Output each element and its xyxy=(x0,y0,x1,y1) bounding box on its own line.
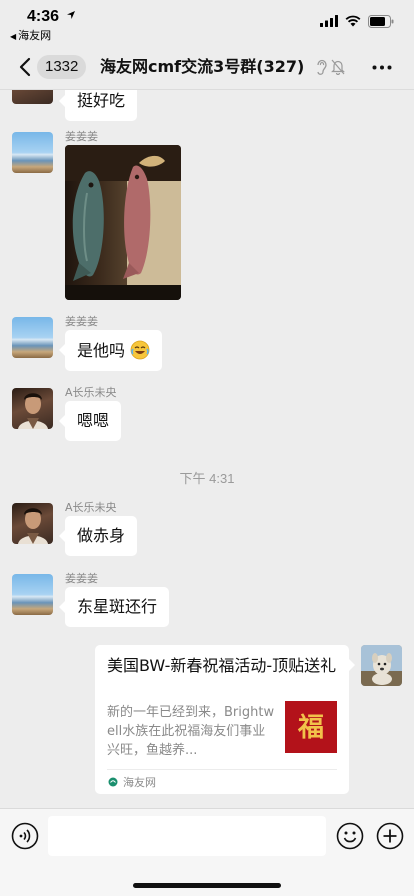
more-icon[interactable] xyxy=(372,65,392,70)
message-image[interactable] xyxy=(65,145,181,300)
battery-icon xyxy=(368,14,394,28)
message-text: 做赤身 xyxy=(77,526,126,545)
message-text: 东星斑还行 xyxy=(77,597,158,616)
avatar[interactable] xyxy=(12,574,53,615)
message-text: 挺好吃 xyxy=(77,91,126,110)
voice-icon[interactable] xyxy=(11,822,39,850)
message-bubble[interactable]: 是他吗 xyxy=(58,330,163,371)
avatar-dog-image xyxy=(361,645,402,686)
unread-count-badge[interactable]: 1332 xyxy=(37,55,87,79)
card-source: 海友网 xyxy=(123,776,156,789)
mute-bell-icon xyxy=(331,59,345,75)
sender-name: 姜姜姜 xyxy=(65,130,98,143)
avatar-portrait-image xyxy=(18,393,48,429)
laugh-cry-emoji xyxy=(130,340,150,360)
message-bubble[interactable]: 挺好吃 xyxy=(58,90,138,121)
message-bubble[interactable]: 嗯嗯 xyxy=(58,401,122,441)
avatar[interactable] xyxy=(12,132,53,173)
sender-name: A长乐未央 xyxy=(65,386,117,399)
link-card[interactable]: 美国BW-新春祝福活动-顶贴送礼 新的一年已经到来，Brightwell水族在此… xyxy=(95,645,355,794)
avatar[interactable] xyxy=(12,503,53,544)
message-text: 是他吗 xyxy=(77,341,126,360)
message-bubble[interactable]: 东星斑还行 xyxy=(58,587,170,627)
home-indicator[interactable] xyxy=(133,883,281,888)
wifi-icon xyxy=(345,15,361,27)
sender-name: 姜姜姜 xyxy=(65,572,98,585)
card-thumbnail-char: 福 xyxy=(297,713,324,743)
avatar[interactable] xyxy=(12,317,53,358)
sender-name: A长乐未央 xyxy=(65,501,117,514)
avatar[interactable] xyxy=(12,90,53,104)
location-arrow-icon xyxy=(67,11,75,19)
message-text: 嗯嗯 xyxy=(77,411,110,430)
ear-icon xyxy=(317,59,327,75)
card-divider xyxy=(107,769,337,770)
back-to-app-link[interactable]: ◀ 海友网 xyxy=(10,27,51,43)
fish-photo-image xyxy=(65,145,181,300)
message-bubble[interactable]: 做赤身 xyxy=(58,516,138,556)
card-title: 美国BW-新春祝福活动-顶贴送礼 xyxy=(107,656,337,675)
avatar[interactable] xyxy=(12,388,53,429)
input-bar xyxy=(0,808,414,896)
plus-icon[interactable] xyxy=(376,822,404,850)
time-divider: 下午 4:31 xyxy=(179,471,235,486)
status-time: 4:36 xyxy=(27,8,60,25)
chat-message-list[interactable]: 挺好吃 姜姜姜 姜姜姜 是他吗 A长乐未央 嗯嗯 下午 4:31 A长乐未央 做… xyxy=(0,90,414,808)
avatar[interactable] xyxy=(361,645,402,686)
chat-header: 1332 海友网cmf交流3号群(327) xyxy=(0,44,414,90)
sender-name: 姜姜姜 xyxy=(65,315,98,328)
card-description: 新的一年已经到来，Brightwell水族在此祝福海友们事业兴旺，鱼越养... xyxy=(107,705,275,758)
chat-title: 海友网cmf交流3号群(327) xyxy=(100,57,305,76)
emoji-icon[interactable] xyxy=(336,822,364,850)
status-bar: 4:36 ◀ 海友网 xyxy=(0,0,414,44)
card-thumbnail: 福 xyxy=(285,701,337,753)
chevron-left-icon[interactable] xyxy=(18,57,32,77)
avatar-portrait-image xyxy=(18,508,48,544)
back-app-label: 海友网 xyxy=(18,30,52,42)
message-input[interactable] xyxy=(48,816,326,856)
status-icons xyxy=(320,14,394,28)
source-logo-icon xyxy=(108,777,118,787)
back-triangle-icon: ◀ xyxy=(10,32,17,41)
cellular-signal-icon xyxy=(320,15,338,27)
